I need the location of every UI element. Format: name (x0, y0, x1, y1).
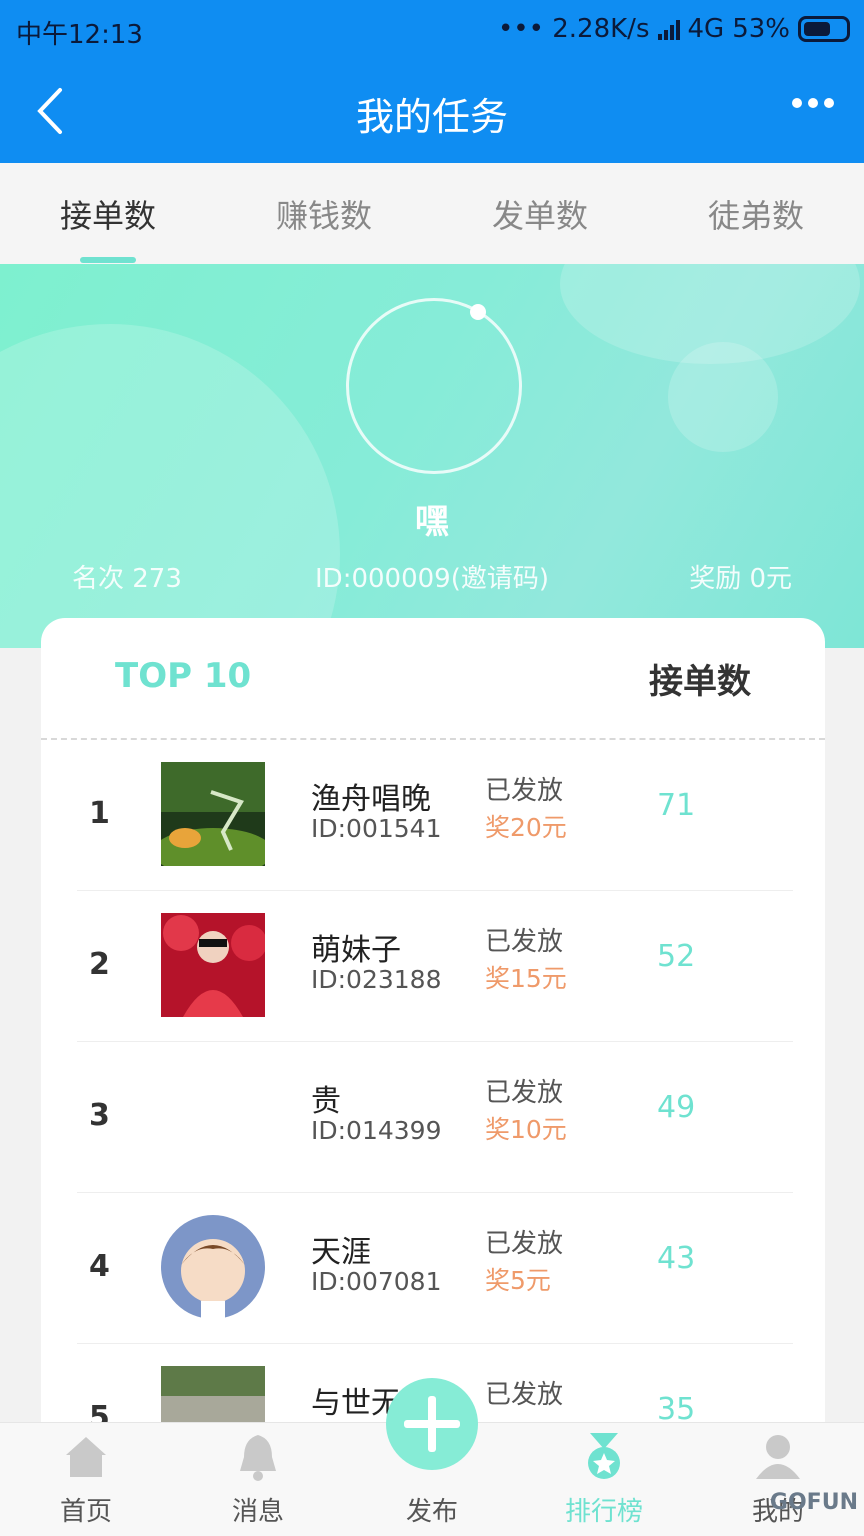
reward-amount: 奖10元 (485, 1115, 567, 1144)
rank-number: 1 (89, 796, 110, 831)
tab-bar: 接单数 赚钱数 发单数 徒弟数 (0, 163, 864, 264)
rank-number: 3 (89, 1098, 110, 1133)
decor-bubble (560, 264, 860, 364)
tab-orders-posted[interactable]: 发单数 (432, 191, 648, 237)
user-name: 贵 (311, 1084, 341, 1119)
reward-amount: 奖15元 (485, 964, 567, 993)
watermark: GOFUN (769, 1490, 858, 1515)
user-id: ID:023188 (311, 965, 442, 994)
leaderboard-title: TOP 10 (115, 656, 252, 696)
nav-messages[interactable]: 消息 (172, 1423, 344, 1536)
table-row[interactable]: 4 天涯 ID:007081 已发放 奖5元 43 (77, 1193, 793, 1344)
leaderboard-metric: 接单数 (649, 662, 751, 702)
status-right: ••• 2.28K/s 4G 53% (498, 14, 850, 44)
page-title: 我的任务 (355, 95, 508, 139)
nav-label: 排行榜 (564, 1497, 643, 1527)
default-avatar-icon (161, 1215, 265, 1319)
signal-icon (657, 18, 680, 40)
user-name: 渔舟唱晚 (311, 782, 431, 817)
paid-status: 已发放 (485, 1229, 564, 1259)
nav-label: 首页 (59, 1497, 112, 1527)
table-row[interactable]: 3 贵 ID:014399 已发放 奖10元 49 (77, 1042, 793, 1193)
nav-home[interactable]: 首页 (0, 1423, 172, 1536)
user-name: 嘿 (415, 502, 449, 542)
net-speed: ••• 2.28K/s (497, 14, 650, 44)
status-bar: 中午12:13 ••• 2.28K/s 4G 53% (0, 0, 864, 60)
avatar (161, 913, 265, 1017)
avatar-ring (346, 298, 522, 474)
tab-indicator (80, 257, 136, 263)
battery-percent: 53% (732, 14, 790, 44)
nav-bar: 我的任务 (0, 60, 864, 163)
ring-dot (470, 304, 486, 320)
user-icon (756, 1435, 800, 1479)
tab-apprentices[interactable]: 徒弟数 (648, 191, 864, 237)
more-icon[interactable] (792, 98, 834, 108)
user-reward: 奖励 0元 (689, 564, 792, 594)
decor-bubble (0, 324, 340, 648)
bell-icon (240, 1435, 276, 1481)
order-count: 52 (657, 939, 696, 974)
battery-icon (798, 16, 850, 42)
top-bar: 中午12:13 ••• 2.28K/s 4G 53% 我的任务 (0, 0, 864, 163)
table-row[interactable]: 1 渔舟唱晚 ID:001541 已发放 奖20元 71 (77, 740, 793, 891)
paid-status: 已发放 (485, 1380, 564, 1410)
tab-money-earned[interactable]: 赚钱数 (216, 191, 432, 237)
paid-status: 已发放 (485, 776, 564, 806)
reward-amount: 奖5元 (485, 1266, 551, 1295)
order-count: 71 (657, 788, 696, 823)
user-id: ID:007081 (311, 1267, 442, 1296)
paid-status: 已发放 (485, 927, 564, 957)
reward-amount: 奖20元 (485, 813, 567, 842)
order-count: 43 (657, 1241, 696, 1276)
nav-label: 消息 (231, 1497, 284, 1527)
rank-number: 2 (89, 947, 110, 982)
rank-number: 4 (89, 1249, 110, 1284)
user-id: ID:014399 (311, 1116, 442, 1145)
nav-label: 发布 (405, 1497, 458, 1527)
nav-leaderboard[interactable]: 排行榜 (518, 1423, 690, 1536)
user-id: ID:001541 (311, 814, 442, 843)
medal-icon (588, 1433, 620, 1479)
network-type: 4G (687, 14, 725, 44)
paid-status: 已发放 (485, 1078, 564, 1108)
order-count: 49 (657, 1090, 696, 1125)
leaderboard-header: TOP 10 接单数 (41, 618, 825, 740)
nav-profile[interactable]: 我的 (692, 1423, 864, 1536)
user-name: 天涯 (311, 1235, 371, 1270)
table-row[interactable]: 2 萌妹子 ID:023188 已发放 奖15元 52 (77, 891, 793, 1042)
home-icon (66, 1437, 106, 1477)
tab-orders-taken[interactable]: 接单数 (0, 191, 216, 237)
user-name: 萌妹子 (311, 933, 401, 968)
profile-banner: 嘿 名次 273 ID:000009(邀请码) 奖励 0元 (0, 264, 864, 648)
avatar (161, 762, 265, 866)
status-time: 中午12:13 (16, 20, 143, 50)
plus-icon[interactable] (386, 1378, 478, 1470)
